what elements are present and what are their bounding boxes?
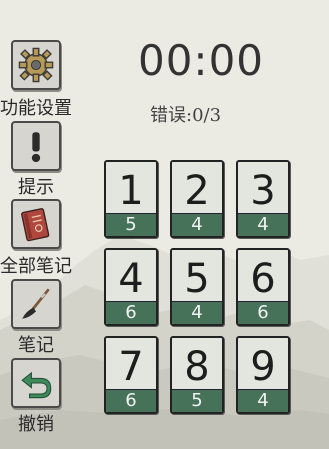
- tile-number: 9: [238, 338, 288, 392]
- number-tile-5[interactable]: 5 4: [170, 248, 224, 326]
- number-tile-9[interactable]: 9 4: [236, 336, 290, 414]
- notebook-icon: [21, 208, 50, 242]
- notes-label: 笔记: [18, 335, 54, 356]
- tile-remaining-count: 4: [172, 213, 222, 236]
- number-tile-8[interactable]: 8 5: [170, 336, 224, 414]
- tile-remaining-count: 4: [172, 301, 222, 324]
- number-tile-4[interactable]: 4 6: [104, 248, 158, 326]
- tile-remaining-count: 4: [238, 213, 288, 236]
- tile-remaining-count: 5: [172, 389, 222, 412]
- number-tile-1[interactable]: 1 5: [104, 160, 158, 238]
- hint-label: 提示: [18, 177, 54, 198]
- all-notes-label: 全部笔记: [0, 256, 72, 277]
- tile-remaining-count: 4: [238, 389, 288, 412]
- tile-number: 1: [106, 162, 156, 216]
- undo-label: 撤销: [18, 414, 54, 435]
- tile-remaining-count: 5: [106, 213, 156, 236]
- tile-number: 4: [106, 250, 156, 304]
- all-notes-icon-box[interactable]: [11, 199, 61, 249]
- number-tile-3[interactable]: 3 4: [236, 160, 290, 238]
- tile-remaining-count: 6: [238, 301, 288, 324]
- tile-number: 6: [238, 250, 288, 304]
- number-tile-7[interactable]: 7 6: [104, 336, 158, 414]
- settings-icon-box[interactable]: [11, 40, 61, 90]
- gear-icon: [18, 47, 54, 83]
- tile-number: 3: [238, 162, 288, 216]
- number-tile-6[interactable]: 6 6: [236, 248, 290, 326]
- exclamation-icon: [31, 132, 41, 163]
- notes-icon-box[interactable]: [11, 279, 61, 329]
- tile-number: 8: [172, 338, 222, 392]
- number-pad: 1 5 2 4 3 4 4 6 5 4 6 6 7 6 8 5 9 4: [104, 156, 290, 434]
- number-tile-2[interactable]: 2 4: [170, 160, 224, 238]
- tile-remaining-count: 6: [106, 389, 156, 412]
- mistake-counter: 错误:0/3: [150, 105, 222, 126]
- settings-label: 功能设置: [0, 98, 72, 119]
- timer: 00:00: [137, 36, 265, 85]
- tile-number: 7: [106, 338, 156, 392]
- undo-arrow-icon: [21, 371, 52, 399]
- hint-icon-box[interactable]: [11, 121, 61, 171]
- undo-icon-box[interactable]: [11, 358, 61, 408]
- tile-remaining-count: 6: [106, 301, 156, 324]
- tile-number: 2: [172, 162, 222, 216]
- brush-icon: [22, 288, 50, 319]
- tile-number: 5: [172, 250, 222, 304]
